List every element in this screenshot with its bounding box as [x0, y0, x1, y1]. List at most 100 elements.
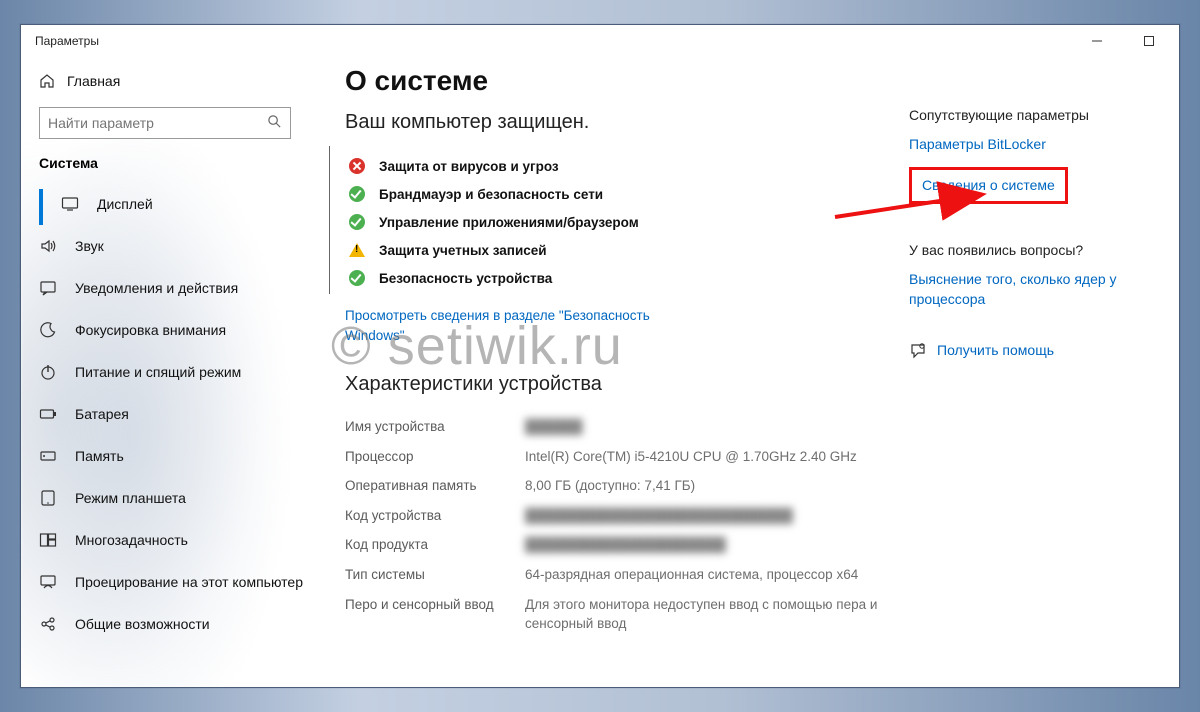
spec-row-ram: Оперативная память 8,00 ГБ (доступно: 7,…	[345, 471, 889, 501]
spec-row-pen-touch: Перо и сенсорный ввод Для этого монитора…	[345, 590, 889, 639]
security-item-label: Защита от вирусов и угроз	[379, 159, 559, 174]
sidebar-item-notifications[interactable]: Уведомления и действия	[21, 267, 321, 309]
home-icon	[39, 73, 55, 89]
storage-icon	[39, 447, 57, 465]
bitlocker-link[interactable]: Параметры BitLocker	[909, 135, 1169, 155]
spec-label: Код продукта	[345, 535, 525, 555]
main-content: О системе Ваш компьютер защищен. Защита …	[321, 57, 1179, 687]
spec-label: Тип системы	[345, 565, 525, 585]
security-item-label: Брандмауэр и безопасность сети	[379, 187, 603, 202]
help-heading: У вас появились вопросы?	[909, 242, 1169, 258]
chat-help-icon	[909, 342, 927, 360]
page-title: О системе	[345, 65, 889, 97]
titlebar: Параметры	[21, 25, 1179, 57]
notifications-icon	[39, 279, 57, 297]
sidebar-item-battery[interactable]: Батарея	[21, 393, 321, 435]
spec-row-device-name: Имя устройства ██████	[345, 412, 889, 442]
search-icon	[267, 114, 282, 132]
security-item-device: Безопасность устройства	[349, 264, 889, 292]
spec-row-device-id: Код устройства █████████████████████████…	[345, 501, 889, 531]
spec-row-product-id: Код продукта █████████████████████	[345, 530, 889, 560]
sidebar-item-tablet[interactable]: Режим планшета	[21, 477, 321, 519]
related-settings-heading: Сопутствующие параметры	[909, 107, 1169, 123]
search-box[interactable]	[39, 107, 291, 139]
sidebar-item-sound[interactable]: Звук	[21, 225, 321, 267]
settings-window: Параметры Главная	[20, 24, 1180, 688]
security-status-list: Защита от вирусов и угроз Брандмауэр и б…	[345, 152, 889, 292]
security-item-label: Защита учетных записей	[379, 243, 547, 258]
check-icon	[349, 270, 365, 286]
sidebar-item-label: Проецирование на этот компьютер	[75, 574, 303, 590]
minimize-button[interactable]	[1079, 29, 1115, 53]
security-item-firewall: Брандмауэр и безопасность сети	[349, 180, 889, 208]
spec-value: ████████████████████████████	[525, 506, 793, 526]
window-controls	[1079, 29, 1173, 53]
system-info-highlight: Сведения о системе	[909, 167, 1068, 205]
spec-value: Для этого монитора недоступен ввод с пом…	[525, 595, 889, 634]
sidebar-item-power[interactable]: Питание и спящий режим	[21, 351, 321, 393]
spec-row-system-type: Тип системы 64-разрядная операционная си…	[345, 560, 889, 590]
cores-help-link[interactable]: Выяснение того, сколько ядер у процессор…	[909, 270, 1169, 309]
tablet-icon	[39, 489, 57, 507]
spec-label: Перо и сенсорный ввод	[345, 595, 525, 634]
spec-value: 64-разрядная операционная система, проце…	[525, 565, 858, 585]
security-item-app-browser: Управление приложениями/браузером	[349, 208, 889, 236]
moon-icon	[39, 321, 57, 339]
sidebar-item-label: Фокусировка внимания	[75, 322, 226, 338]
check-icon	[349, 214, 365, 230]
sidebar-home[interactable]: Главная	[21, 61, 321, 101]
device-specs-heading: Характеристики устройства	[345, 373, 889, 396]
sidebar-item-label: Батарея	[75, 406, 129, 422]
sidebar-item-label: Режим планшета	[75, 490, 186, 506]
security-item-virus: Защита от вирусов и угроз	[349, 152, 889, 180]
search-input[interactable]	[48, 115, 267, 131]
sidebar-item-label: Память	[75, 448, 124, 464]
spec-label: Имя устройства	[345, 417, 525, 437]
shared-icon	[39, 615, 57, 633]
display-icon	[61, 195, 79, 213]
security-item-account: Защита учетных записей	[349, 236, 889, 264]
spec-value: █████████████████████	[525, 535, 726, 555]
battery-icon	[39, 405, 57, 423]
spec-row-cpu: Процессор Intel(R) Core(TM) i5-4210U CPU…	[345, 442, 889, 472]
check-icon	[349, 186, 365, 202]
error-icon	[349, 158, 365, 174]
get-help-row[interactable]: Получить помощь	[909, 341, 1169, 361]
sidebar-item-label: Многозадачность	[75, 532, 188, 548]
sidebar-section-header: Система	[21, 149, 321, 183]
warning-icon	[349, 242, 365, 258]
maximize-button[interactable]	[1131, 29, 1167, 53]
sidebar-item-label: Звук	[75, 238, 104, 254]
sound-icon	[39, 237, 57, 255]
sidebar-item-shared[interactable]: Общие возможности	[21, 603, 321, 645]
security-item-label: Управление приложениями/браузером	[379, 215, 639, 230]
active-indicator	[39, 189, 43, 225]
sidebar-nav: Дисплей Звук Уведомления и действия Фоку…	[21, 183, 321, 687]
multitasking-icon	[39, 531, 57, 549]
project-icon	[39, 573, 57, 591]
spec-value: 8,00 ГБ (доступно: 7,41 ГБ)	[525, 476, 695, 496]
system-info-link[interactable]: Сведения о системе	[922, 176, 1055, 196]
sidebar-item-projecting[interactable]: Проецирование на этот компьютер	[21, 561, 321, 603]
sidebar-item-label: Дисплей	[97, 196, 153, 212]
sidebar-home-label: Главная	[67, 73, 120, 89]
spec-label: Код устройства	[345, 506, 525, 526]
window-title: Параметры	[35, 34, 99, 48]
spec-value: Intel(R) Core(TM) i5-4210U CPU @ 1.70GHz…	[525, 447, 857, 467]
spec-label: Процессор	[345, 447, 525, 467]
sidebar-item-label: Питание и спящий режим	[75, 364, 241, 380]
get-help-link[interactable]: Получить помощь	[937, 341, 1054, 361]
sidebar-item-multitasking[interactable]: Многозадачность	[21, 519, 321, 561]
spec-value: ██████	[525, 417, 582, 437]
sidebar-item-label: Уведомления и действия	[75, 280, 238, 296]
windows-security-link[interactable]: Просмотреть сведения в разделе "Безопасн…	[345, 306, 665, 345]
security-item-label: Безопасность устройства	[379, 271, 552, 286]
sidebar-item-storage[interactable]: Память	[21, 435, 321, 477]
sidebar-item-focus-assist[interactable]: Фокусировка внимания	[21, 309, 321, 351]
sidebar-item-display[interactable]: Дисплей	[21, 183, 321, 225]
sidebar: Главная Система Дисплей	[21, 57, 321, 687]
protection-heading: Ваш компьютер защищен.	[345, 111, 889, 134]
sidebar-item-label: Общие возможности	[75, 616, 210, 632]
spec-label: Оперативная память	[345, 476, 525, 496]
related-settings-pane: Сопутствующие параметры Параметры BitLoc…	[909, 65, 1169, 687]
